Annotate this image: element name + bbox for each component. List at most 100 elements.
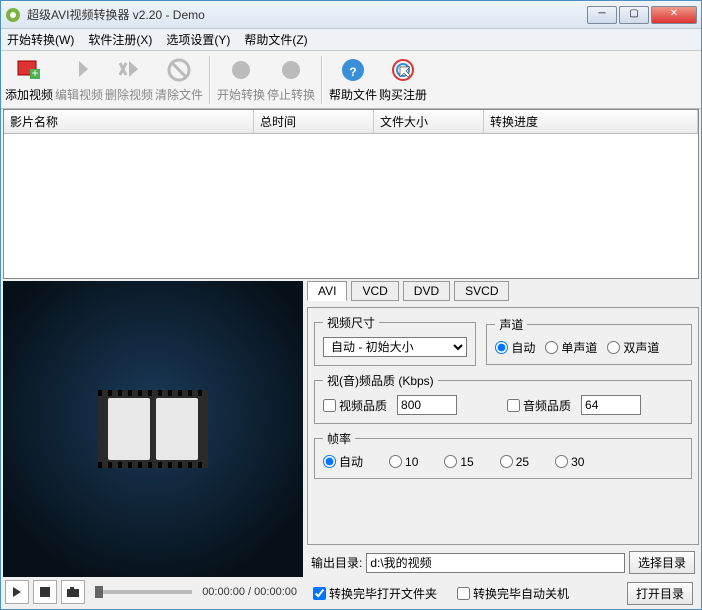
open-dir-button[interactable]: 打开目录: [627, 582, 693, 605]
stop-convert-label: 停止转换: [267, 86, 315, 103]
minimize-button[interactable]: ─: [587, 6, 617, 24]
fps-auto[interactable]: 自动: [323, 453, 363, 470]
format-tabs: AVI VCD DVD SVCD: [307, 281, 699, 301]
snapshot-button[interactable]: [61, 580, 85, 604]
quality-row: 视频品质 音频品质: [323, 395, 683, 415]
output-label: 输出目录:: [311, 554, 362, 571]
clear-files-button[interactable]: 清除文件: [155, 56, 203, 103]
filmstrip-icon: [98, 392, 208, 466]
audio-quality-input[interactable]: [581, 395, 641, 415]
svg-text:+: +: [31, 66, 38, 80]
fps-options: 自动 10 15 25 30: [323, 453, 683, 470]
svg-text:?: ?: [349, 65, 356, 79]
fps-10[interactable]: 10: [389, 455, 418, 469]
menu-options[interactable]: 选项设置(Y): [166, 31, 230, 48]
window-buttons: ─ ▢ ✕: [587, 6, 697, 24]
add-video-button[interactable]: + 添加视频: [5, 56, 53, 103]
col-progress[interactable]: 转换进度: [484, 110, 698, 133]
output-row: 输出目录: 选择目录: [307, 549, 699, 576]
preview-controls: 00:00:00 / 00:00:00: [3, 577, 303, 607]
seek-thumb[interactable]: [95, 586, 103, 598]
audio-channel-group: 声道 自动 单声道 双声道: [486, 316, 692, 365]
edit-video-button[interactable]: 编辑视频: [55, 56, 103, 103]
audio-auto[interactable]: 自动: [495, 339, 535, 356]
film-frame: [108, 398, 150, 460]
quality-legend: 视(音)频品质 (Kbps): [323, 372, 438, 389]
tab-svcd[interactable]: SVCD: [454, 281, 509, 301]
video-size-select[interactable]: 自动 - 初始大小: [323, 337, 467, 357]
time-display: 00:00:00 / 00:00:00: [202, 586, 297, 598]
video-size-legend: 视频尺寸: [323, 314, 379, 331]
window-title: 超级AVI视频转换器 v2.20 - Demo: [27, 6, 587, 23]
audio-stereo[interactable]: 双声道: [607, 339, 659, 356]
tab-vcd[interactable]: VCD: [351, 281, 398, 301]
col-duration[interactable]: 总时间: [254, 110, 374, 133]
edit-video-label: 编辑视频: [55, 86, 103, 103]
settings-body: 视频尺寸 自动 - 初始大小 声道 自动 单声道 双声道: [307, 307, 699, 545]
quality-group: 视(音)频品质 (Kbps) 视频品质 音频品质: [314, 372, 692, 424]
video-size-group: 视频尺寸 自动 - 初始大小: [314, 314, 476, 366]
fps-25[interactable]: 25: [500, 455, 529, 469]
tab-avi[interactable]: AVI: [307, 281, 347, 301]
seek-slider[interactable]: [95, 590, 192, 594]
preview-panel: 00:00:00 / 00:00:00: [3, 281, 303, 607]
menubar: 开始转换(W) 软件注册(X) 选项设置(Y) 帮助文件(Z): [1, 29, 701, 51]
cursor-icon: [389, 56, 417, 84]
add-video-icon: +: [15, 56, 43, 84]
output-path-input[interactable]: [366, 553, 625, 573]
toolbar: + 添加视频 编辑视频 删除视频 清除文件 开始转换 停止转换 ? 帮助文件: [1, 51, 701, 109]
help-icon: ?: [339, 56, 367, 84]
mid-area: 00:00:00 / 00:00:00 AVI VCD DVD SVCD 视频尺…: [1, 279, 701, 609]
delete-video-icon: [115, 56, 143, 84]
audio-channel-legend: 声道: [495, 316, 527, 333]
audio-quality-check[interactable]: 音频品质: [507, 397, 571, 414]
add-video-label: 添加视频: [5, 86, 53, 103]
settings-panel: AVI VCD DVD SVCD 视频尺寸 自动 - 初始大小 声道: [307, 281, 699, 607]
separator: [209, 56, 211, 104]
size-audio-row: 视频尺寸 自动 - 初始大小 声道 自动 单声道 双声道: [314, 314, 692, 366]
shutdown-check[interactable]: 转换完毕自动关机: [457, 585, 569, 602]
fps-group: 帧率 自动 10 15 25 30: [314, 430, 692, 479]
video-quality-input[interactable]: [397, 395, 457, 415]
clear-icon: [165, 56, 193, 84]
maximize-button[interactable]: ▢: [619, 6, 649, 24]
app-window: 超级AVI视频转换器 v2.20 - Demo ─ ▢ ✕ 开始转换(W) 软件…: [0, 0, 702, 610]
app-icon: [5, 7, 21, 23]
col-name[interactable]: 影片名称: [4, 110, 254, 133]
help-button[interactable]: ? 帮助文件: [329, 56, 377, 103]
start-icon: [227, 56, 255, 84]
buy-register-label: 购买注册: [379, 86, 427, 103]
file-list[interactable]: 影片名称 总时间 文件大小 转换进度: [3, 109, 699, 279]
delete-video-label: 删除视频: [105, 86, 153, 103]
choose-dir-button[interactable]: 选择目录: [629, 551, 695, 574]
preview-screen: [3, 281, 303, 577]
delete-video-button[interactable]: 删除视频: [105, 56, 153, 103]
fps-30[interactable]: 30: [555, 455, 584, 469]
audio-options: 自动 单声道 双声道: [495, 339, 683, 356]
audio-mono[interactable]: 单声道: [545, 339, 597, 356]
start-convert-button[interactable]: 开始转换: [217, 56, 265, 103]
separator: [321, 56, 323, 104]
stop-icon: [277, 56, 305, 84]
stop-convert-button[interactable]: 停止转换: [267, 56, 315, 103]
buy-register-button[interactable]: 购买注册: [379, 56, 427, 103]
fps-legend: 帧率: [323, 430, 355, 447]
stop-playback-button[interactable]: [33, 580, 57, 604]
bottom-options: 转换完毕打开文件夹 转换完毕自动关机 打开目录: [307, 580, 699, 607]
open-folder-check[interactable]: 转换完毕打开文件夹: [313, 585, 437, 602]
video-quality-check[interactable]: 视频品质: [323, 397, 387, 414]
list-header: 影片名称 总时间 文件大小 转换进度: [4, 110, 698, 134]
edit-video-icon: [65, 56, 93, 84]
help-label: 帮助文件: [329, 86, 377, 103]
menu-start[interactable]: 开始转换(W): [7, 31, 74, 48]
menu-register[interactable]: 软件注册(X): [88, 31, 152, 48]
col-size[interactable]: 文件大小: [374, 110, 484, 133]
titlebar: 超级AVI视频转换器 v2.20 - Demo ─ ▢ ✕: [1, 1, 701, 29]
tab-dvd[interactable]: DVD: [403, 281, 450, 301]
play-button[interactable]: [5, 580, 29, 604]
start-convert-label: 开始转换: [217, 86, 265, 103]
menu-help[interactable]: 帮助文件(Z): [244, 31, 307, 48]
fps-15[interactable]: 15: [444, 455, 473, 469]
clear-files-label: 清除文件: [155, 86, 203, 103]
close-button[interactable]: ✕: [651, 6, 697, 24]
